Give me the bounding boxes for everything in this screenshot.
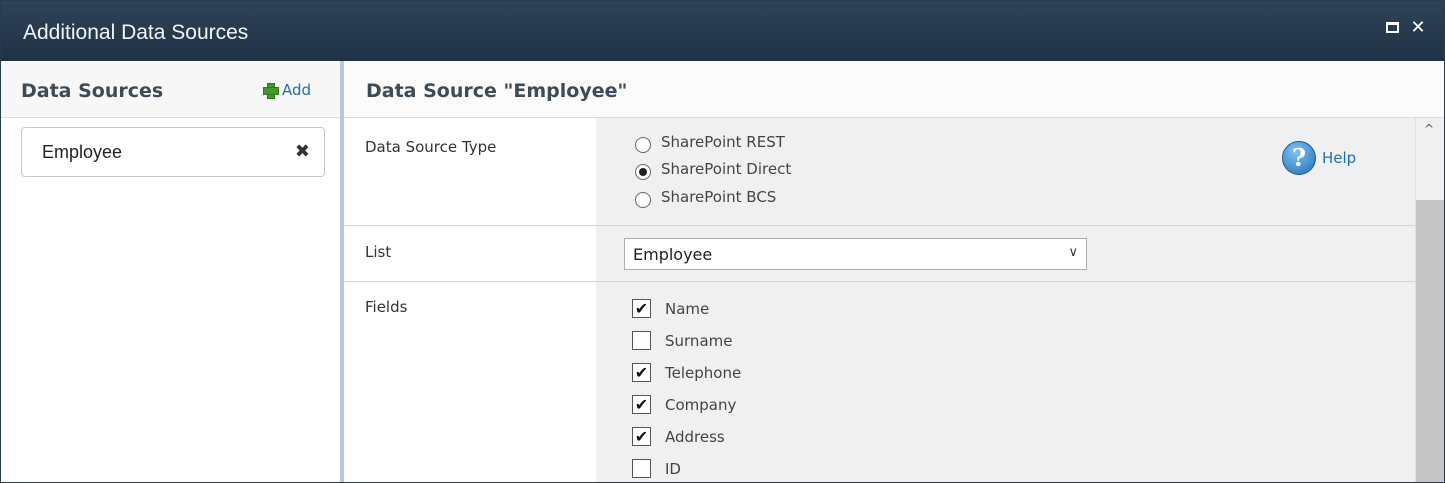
radio-label: SharePoint Direct bbox=[661, 160, 792, 178]
checkbox-checked[interactable]: ✔ bbox=[632, 363, 651, 382]
list-select[interactable]: Employee ∨ bbox=[624, 238, 1087, 270]
data-source-detail-pane: Data Source "Employee" Data Source Type … bbox=[344, 61, 1444, 482]
checkbox-checked[interactable]: ✔ bbox=[632, 299, 651, 318]
help-label: Help bbox=[1322, 149, 1357, 167]
detail-form: Data Source Type SharePoint REST SharePo… bbox=[344, 118, 1415, 482]
field-checkbox-address[interactable]: ✔ Address bbox=[632, 427, 725, 446]
chevron-down-icon: ∨ bbox=[1068, 245, 1078, 260]
vertical-scrollbar[interactable]: ^ bbox=[1415, 118, 1444, 482]
field-label: ID bbox=[665, 459, 681, 478]
radio-button[interactable] bbox=[635, 137, 651, 153]
scrollbar-thumb[interactable] bbox=[1416, 200, 1444, 482]
chevron-up-icon[interactable]: ^ bbox=[1424, 122, 1434, 136]
checkbox[interactable] bbox=[632, 459, 651, 478]
list-label: List bbox=[365, 243, 392, 261]
add-data-source-button[interactable]: Add bbox=[263, 81, 311, 99]
data-sources-header: Data Sources Add bbox=[1, 61, 340, 118]
field-checkbox-surname[interactable]: Surname bbox=[632, 331, 732, 350]
data-source-type-row: Data Source Type SharePoint REST SharePo… bbox=[344, 118, 1415, 226]
title-bar: Additional Data Sources ✕ bbox=[1, 1, 1444, 61]
fields-label: Fields bbox=[365, 298, 408, 316]
radio-label: SharePoint REST bbox=[661, 133, 785, 151]
list-row: List Employee ∨ bbox=[344, 226, 1415, 282]
checkbox-checked[interactable]: ✔ bbox=[632, 395, 651, 414]
detail-title: Data Source "Employee" bbox=[366, 80, 628, 102]
add-label: Add bbox=[282, 81, 312, 99]
detail-header: Data Source "Employee" bbox=[344, 61, 1444, 118]
radio-button-selected[interactable] bbox=[635, 164, 651, 180]
field-label: Telephone bbox=[665, 363, 742, 382]
remove-icon[interactable]: ✖ bbox=[295, 141, 310, 162]
data-source-item[interactable]: Employee ✖ bbox=[21, 127, 325, 177]
checkbox-checked[interactable]: ✔ bbox=[632, 427, 651, 446]
field-label: Address bbox=[665, 427, 725, 446]
field-checkbox-company[interactable]: ✔ Company bbox=[632, 395, 736, 414]
data-source-type-label: Data Source Type bbox=[365, 138, 497, 156]
field-label: Company bbox=[665, 395, 737, 414]
close-icon[interactable]: ✕ bbox=[1410, 19, 1426, 37]
field-checkbox-id[interactable]: ID bbox=[632, 459, 681, 478]
data-sources-pane: Data Sources Add Employee ✖ bbox=[1, 61, 340, 482]
field-checkbox-telephone[interactable]: ✔ Telephone bbox=[632, 363, 741, 382]
dialog-window: Additional Data Sources ✕ Data Sources A… bbox=[0, 0, 1445, 483]
list-select-value: Employee bbox=[633, 245, 713, 264]
radio-sharepoint-bcs[interactable]: SharePoint BCS bbox=[635, 188, 777, 208]
data-source-item-label: Employee bbox=[42, 142, 123, 162]
help-icon: ? bbox=[1282, 141, 1316, 175]
checkbox[interactable] bbox=[632, 331, 651, 350]
field-label: Name bbox=[665, 299, 710, 318]
fields-row: Fields ✔ Name Surname ✔ Telephone ✔ Comp… bbox=[344, 282, 1415, 482]
help-link[interactable]: ? Help bbox=[1282, 141, 1356, 175]
radio-sharepoint-direct[interactable]: SharePoint Direct bbox=[635, 160, 792, 180]
radio-sharepoint-rest[interactable]: SharePoint REST bbox=[635, 133, 785, 153]
field-checkbox-name[interactable]: ✔ Name bbox=[632, 299, 709, 318]
radio-label: SharePoint BCS bbox=[661, 188, 777, 206]
maximize-icon[interactable] bbox=[1385, 20, 1401, 36]
radio-button[interactable] bbox=[635, 192, 651, 208]
window-title: Additional Data Sources bbox=[23, 21, 249, 44]
field-label: Surname bbox=[665, 331, 733, 350]
plus-icon bbox=[263, 83, 279, 99]
data-sources-title: Data Sources bbox=[21, 80, 164, 102]
